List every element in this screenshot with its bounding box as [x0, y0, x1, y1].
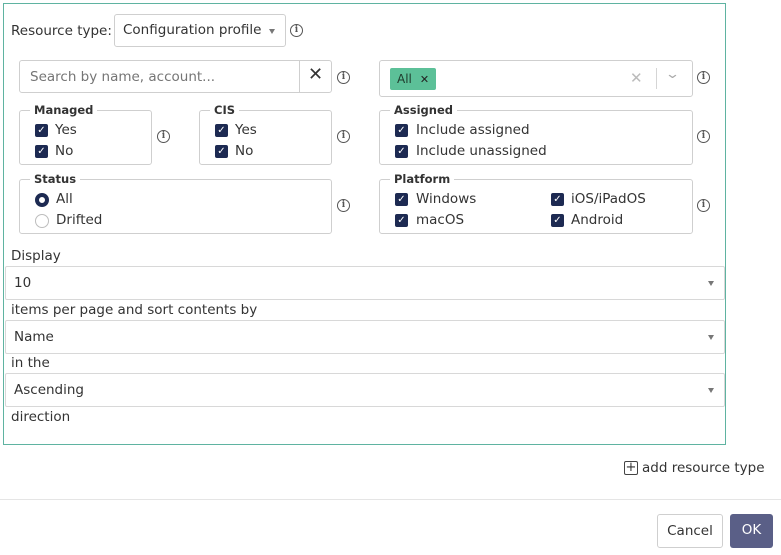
resource-type-select[interactable]: Configuration profile	[114, 14, 286, 47]
platform-ios-label: iOS/iPadOS	[571, 191, 646, 207]
cis-yes-label: Yes	[235, 122, 257, 138]
platform-macos-label: macOS	[416, 212, 465, 228]
clear-search-icon[interactable]: ✕	[308, 64, 323, 85]
resource-type-label: Resource type:	[11, 23, 112, 39]
add-icon: +	[624, 460, 638, 475]
cis-no-checkbox[interactable]: ✓	[215, 145, 228, 158]
search-field: ✕	[19, 60, 332, 93]
ok-button[interactable]: OK	[730, 514, 773, 548]
tag-remove-icon[interactable]: ✕	[420, 73, 429, 86]
cancel-button[interactable]: Cancel	[657, 514, 723, 548]
managed-no-label: No	[55, 143, 74, 159]
clear-icon[interactable]: ✕	[630, 69, 643, 87]
info-icon[interactable]: i	[290, 24, 303, 37]
info-icon[interactable]: i	[337, 199, 350, 212]
info-icon[interactable]: i	[157, 130, 170, 143]
cis-no-label: No	[235, 143, 254, 159]
resource-type-value: Configuration profile	[123, 22, 262, 38]
cis-legend: CIS	[210, 103, 240, 117]
chevron-down-icon	[708, 281, 714, 286]
status-drifted-radio[interactable]	[35, 214, 49, 228]
tag-select[interactable]: All ✕ ✕ ⌄	[379, 60, 693, 97]
info-icon[interactable]: i	[337, 130, 350, 143]
search-input[interactable]	[20, 61, 299, 92]
platform-android-checkbox[interactable]: ✓	[551, 214, 564, 227]
managed-no-checkbox[interactable]: ✓	[35, 145, 48, 158]
status-group: Status All Drifted	[19, 172, 332, 234]
assigned-group: Assigned ✓ Include assigned ✓ Include un…	[379, 103, 693, 165]
sort-direction-select[interactable]: Ascending	[5, 373, 725, 407]
platform-group: Platform ✓ Windows ✓ iOS/iPadOS ✓ macOS …	[379, 172, 693, 234]
tag-chip-label: All	[397, 72, 412, 86]
chevron-down-icon	[708, 335, 714, 340]
direction-label: direction	[11, 409, 71, 425]
platform-windows-label: Windows	[416, 191, 477, 207]
include-unassigned-checkbox[interactable]: ✓	[395, 145, 408, 158]
platform-macos-checkbox[interactable]: ✓	[395, 214, 408, 227]
assigned-legend: Assigned	[390, 103, 457, 117]
items-per-page-value: 10	[14, 275, 32, 291]
items-per-page-select[interactable]: 10	[5, 266, 725, 300]
sort-direction-value: Ascending	[14, 382, 84, 398]
platform-ios-checkbox[interactable]: ✓	[551, 193, 564, 206]
in-the-label: in the	[11, 355, 50, 371]
cis-yes-checkbox[interactable]: ✓	[215, 124, 228, 137]
platform-android-label: Android	[571, 212, 624, 228]
chevron-down-icon	[708, 388, 714, 393]
platform-windows-checkbox[interactable]: ✓	[395, 193, 408, 206]
items-per-page-label: items per page and sort contents by	[11, 302, 258, 318]
footer-divider	[0, 499, 781, 500]
info-icon[interactable]: i	[697, 130, 710, 143]
platform-legend: Platform	[390, 172, 455, 186]
status-legend: Status	[30, 172, 81, 186]
info-icon[interactable]: i	[697, 71, 710, 84]
divider	[656, 68, 657, 89]
include-assigned-label: Include assigned	[416, 122, 530, 138]
managed-yes-checkbox[interactable]: ✓	[35, 124, 48, 137]
chevron-down-icon[interactable]: ⌄	[665, 67, 680, 82]
managed-group: Managed ✓ Yes ✓ No	[19, 103, 152, 165]
status-drifted-label: Drifted	[56, 212, 103, 228]
sort-by-select[interactable]: Name	[5, 320, 725, 354]
status-all-radio[interactable]	[35, 193, 49, 207]
managed-yes-label: Yes	[55, 122, 77, 138]
status-all-label: All	[56, 191, 73, 207]
chevron-down-icon	[269, 29, 275, 34]
include-assigned-checkbox[interactable]: ✓	[395, 124, 408, 137]
divider	[299, 61, 300, 92]
add-resource-type-label: add resource type	[642, 460, 765, 476]
info-icon[interactable]: i	[337, 71, 350, 84]
display-label: Display	[11, 248, 61, 264]
add-resource-type-button[interactable]: + add resource type	[624, 460, 765, 476]
cis-group: CIS ✓ Yes ✓ No	[199, 103, 332, 165]
tag-chip: All ✕	[390, 68, 437, 90]
info-icon[interactable]: i	[697, 199, 710, 212]
sort-by-value: Name	[14, 329, 54, 345]
include-unassigned-label: Include unassigned	[416, 143, 547, 159]
managed-legend: Managed	[30, 103, 98, 117]
